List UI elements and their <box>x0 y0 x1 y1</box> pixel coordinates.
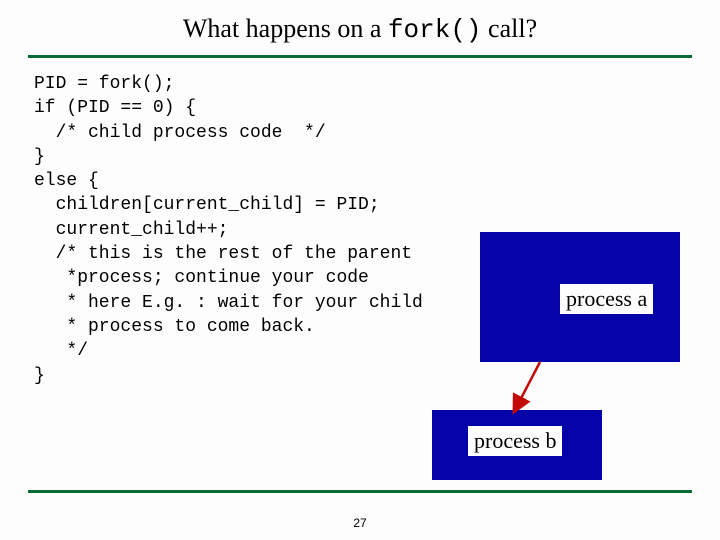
divider-bottom <box>28 490 692 493</box>
slide-title: What happens on a fork() call? <box>0 0 720 55</box>
process-a-label: process a <box>560 284 653 314</box>
page-number: 27 <box>0 516 720 530</box>
title-prefix: What happens on a <box>183 14 388 43</box>
title-suffix: call? <box>482 14 538 43</box>
process-b-label: process b <box>468 426 562 456</box>
code-block: PID = fork(); if (PID == 0) { /* child p… <box>0 58 720 388</box>
title-mono: fork() <box>388 15 482 45</box>
fork-arrow-icon <box>510 358 550 418</box>
